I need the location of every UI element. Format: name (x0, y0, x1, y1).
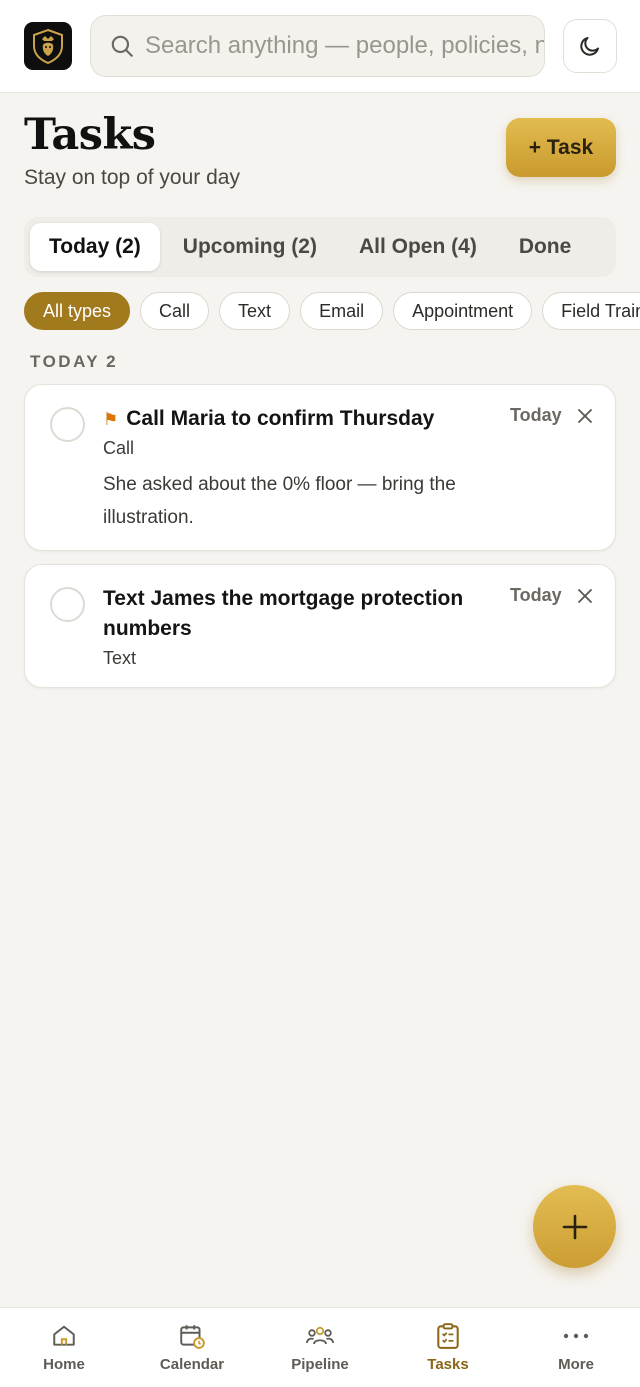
complete-checkbox[interactable] (50, 407, 85, 442)
plus-icon (562, 1214, 587, 1239)
tab-all-open[interactable]: All Open (4) (340, 223, 496, 271)
task-card[interactable]: Text James the mortgage protection numbe… (24, 564, 616, 688)
task-note: She asked about the 0% floor — bring the… (103, 474, 456, 528)
tab-done[interactable]: Done (500, 223, 591, 271)
page-subtitle: Stay on top of your day (24, 166, 240, 189)
nav-item-pipeline[interactable]: Pipeline (256, 1308, 384, 1387)
bottom-nav: Home Calendar Pipeline Tasks More (0, 1307, 640, 1387)
more-dots-icon (563, 1333, 589, 1339)
task-title: Text James the mortgage protection numbe… (103, 587, 464, 640)
section-title: TODAY (30, 352, 101, 371)
dismiss-task-button[interactable] (575, 586, 595, 606)
nav-label: Calendar (159, 1356, 225, 1373)
task-title-row: ⚑ Call Maria to confirm Thursday (103, 404, 483, 435)
close-icon (578, 589, 592, 603)
nav-label: Pipeline (291, 1356, 349, 1373)
task-due: Today (510, 585, 562, 605)
task-type: Call (103, 438, 135, 458)
task-tabs: Today (2) Upcoming (2) All Open (4) Done (24, 217, 616, 277)
add-task-button[interactable]: + Task (506, 118, 616, 177)
filter-chip-email[interactable]: Email (300, 292, 384, 330)
dismiss-task-button[interactable] (575, 406, 595, 426)
filter-chip-field-training[interactable]: Field Training (542, 292, 640, 330)
nav-label: Home (43, 1356, 85, 1373)
nav-item-home[interactable]: Home (0, 1308, 128, 1387)
tab-today[interactable]: Today (2) (30, 223, 160, 271)
filter-chip-text[interactable]: Text (219, 292, 291, 330)
nav-item-tasks[interactable]: Tasks (384, 1308, 512, 1387)
section-count: 2 (106, 352, 119, 371)
calendar-icon (180, 1325, 205, 1349)
clipboard-check-icon (437, 1323, 459, 1349)
people-icon (306, 1326, 334, 1345)
add-task-fab[interactable] (533, 1185, 616, 1268)
lion-crest-icon (33, 28, 63, 64)
task-card[interactable]: ⚑ Call Maria to confirm Thursday Call She… (24, 384, 616, 551)
home-icon (53, 1325, 75, 1346)
theme-toggle-button[interactable] (563, 19, 617, 73)
nav-label: More (558, 1356, 594, 1373)
section-header-today: TODAY 2 (30, 352, 118, 372)
close-icon (578, 409, 592, 423)
flag-icon: ⚑ (103, 410, 119, 429)
nav-item-more[interactable]: More (512, 1308, 640, 1387)
search-input[interactable] (145, 32, 544, 60)
nav-label: Tasks (427, 1356, 469, 1373)
page-title: Tasks (24, 110, 156, 160)
filter-chip-appointment[interactable]: Appointment (393, 292, 533, 330)
task-type: Text (103, 648, 137, 668)
type-filter-chips: All types Call Text Email Appointment Fi… (24, 292, 640, 330)
search-icon (111, 35, 133, 57)
filter-chip-all-types[interactable]: All types (24, 292, 131, 330)
top-bar (0, 0, 640, 93)
filter-chip-call[interactable]: Call (140, 292, 210, 330)
tab-upcoming[interactable]: Upcoming (2) (164, 223, 336, 271)
moon-icon (580, 37, 599, 56)
task-due: Today (510, 405, 562, 425)
global-search[interactable] (90, 15, 545, 77)
task-title: Call Maria to confirm Thursday (126, 407, 435, 430)
app-logo[interactable] (24, 22, 72, 70)
complete-checkbox[interactable] (50, 587, 85, 622)
nav-item-calendar[interactable]: Calendar (128, 1308, 256, 1387)
